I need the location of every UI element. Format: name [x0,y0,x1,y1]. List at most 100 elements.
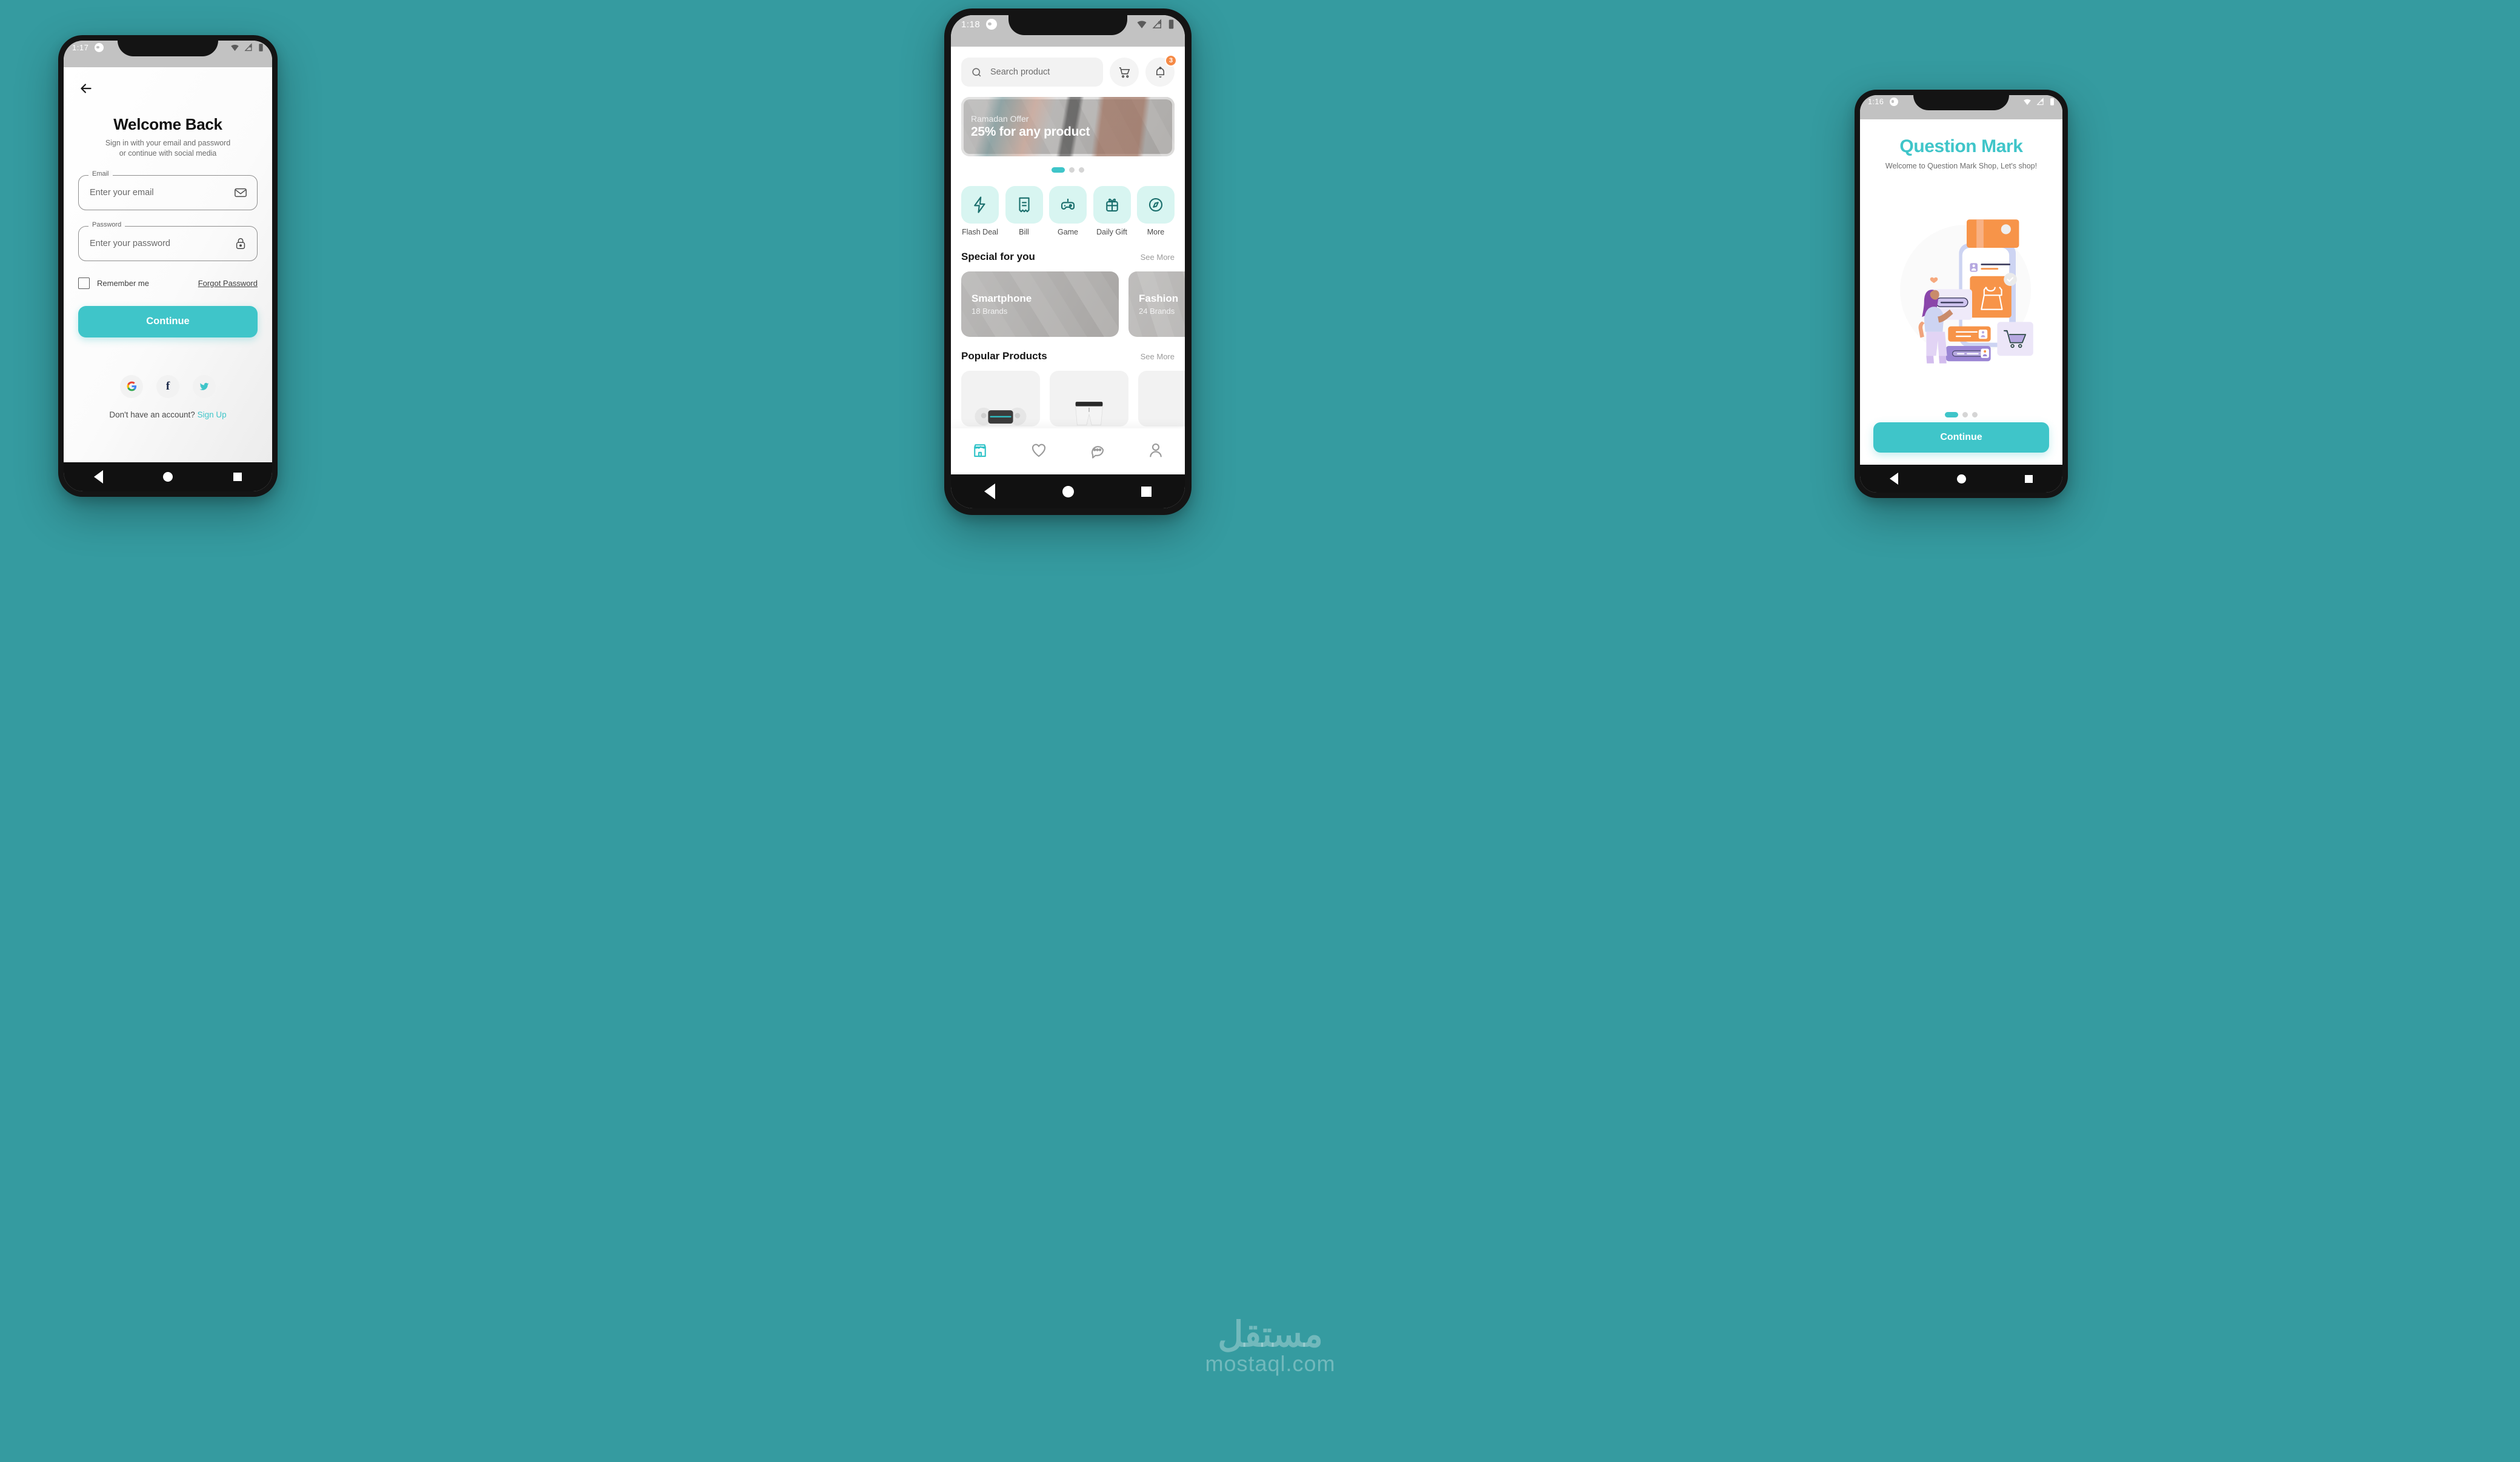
battery-icon [259,44,263,52]
remember-me-label: Remember me [97,278,149,288]
category-daily-gift[interactable]: Daily Gift [1093,186,1131,238]
search-input[interactable]: Search product [961,58,1103,87]
nav-recents-button[interactable] [1141,486,1152,497]
special-see-more-link[interactable]: See More [1141,253,1175,262]
banner-dot-3[interactable] [1079,167,1084,173]
nav-back-button[interactable] [93,470,103,483]
special-section-header: Special for you See More [951,238,1185,263]
nav-recents-button[interactable] [233,473,242,481]
email-field[interactable]: Email Enter your email [78,170,258,210]
nav-home-button[interactable] [163,472,173,482]
shorts-product-image [1075,401,1103,425]
onboarding-dot-1[interactable] [1945,412,1958,417]
password-field[interactable]: Password Enter your password [78,221,258,261]
category-more[interactable]: More [1137,186,1175,238]
nav-home-button[interactable] [1062,485,1074,497]
nav-back-button[interactable] [984,483,996,499]
special-section-title: Special for you [961,250,1035,262]
product-card[interactable] [1138,370,1185,427]
watermark: مستقل mostaql.com [1034,1314,1507,1377]
special-card[interactable]: Fashion 24 Brands [1128,271,1185,337]
nav-recents-button[interactable] [2025,474,2033,483]
popular-products-row[interactable] [951,362,1185,427]
banner-dot-2[interactable] [1069,167,1075,173]
password-input[interactable]: Enter your password [90,239,170,248]
notifications-button[interactable]: 3 [1145,55,1177,87]
google-login-button[interactable] [120,374,143,398]
compass-icon [1148,198,1163,212]
tab-chat[interactable] [1088,441,1106,462]
email-input[interactable]: Enter your email [90,188,154,198]
nav-back-button[interactable] [1889,473,1898,485]
email-field-label: Email [88,170,113,178]
watermark-arabic: مستقل [1218,1315,1323,1354]
signup-prompt: Don't have an account? [109,410,195,419]
remember-me-checkbox[interactable] [78,277,90,289]
onboarding-dot-2[interactable] [1962,412,1968,417]
status-chip-icon [95,43,104,52]
special-card-title: Fashion [1139,292,1179,304]
popular-section-header: Popular Products See More [951,337,1185,362]
wifi-icon [231,44,239,52]
category-label: Game [1057,228,1079,236]
device-notch [118,41,218,56]
search-placeholder: Search product [990,67,1050,77]
category-shortcuts: Flash Deal Bill Game Daily Gift More [951,173,1185,238]
category-bill[interactable]: Bill [1005,186,1043,238]
back-arrow-icon[interactable] [78,81,94,96]
special-cards-row[interactable]: Smartphone 18 Brands Fashion 24 Brands [951,263,1185,337]
facebook-login-button[interactable]: f [156,374,179,398]
bill-tile [1005,186,1043,224]
product-card[interactable] [1050,370,1128,427]
wifi-icon [2024,99,2031,105]
remember-row: Remember me Forgot Password [78,277,258,289]
cart-button[interactable] [1110,58,1139,87]
google-icon [127,381,136,391]
onboarding-pagination-dots [1873,412,2049,417]
device-notch [1008,15,1127,35]
chat-icon [1092,445,1104,459]
app-subtitle: Welcome to Question Mark Shop, Let's sho… [1885,162,2038,170]
home-content: Search product 3 Ramadan Offer 25% for a… [951,47,1185,474]
continue-button[interactable]: Continue [1873,422,2049,453]
tab-wishlist[interactable] [1030,441,1048,462]
heart-icon [1032,444,1045,457]
popular-section-title: Popular Products [961,350,1047,362]
facebook-icon: f [165,379,170,393]
banner-pagination-dots [951,167,1185,173]
bell-icon [1156,66,1164,78]
android-nav-bar-onboarding [1860,465,2062,493]
category-label: More [1147,228,1165,236]
special-card[interactable]: Smartphone 18 Brands [961,271,1119,337]
wifi-icon [1137,21,1147,28]
category-flash-deal[interactable]: Flash Deal [961,186,999,238]
nav-home-button[interactable] [1956,474,1966,483]
notification-badge: 3 [1165,55,1177,67]
continue-button[interactable]: Continue [78,305,258,337]
product-card[interactable] [961,370,1040,427]
shopping-woman-illustration [1900,219,2033,364]
bottom-tab-bar [951,428,1185,474]
app-title: Question Mark [1899,136,2023,156]
status-chip-icon [1890,98,1899,106]
promo-banner[interactable]: Ramadan Offer 25% for any product [961,97,1175,156]
battery-icon [2050,98,2054,105]
category-game[interactable]: Game [1049,186,1087,238]
home-top-bar: Search product 3 [951,47,1185,87]
android-nav-bar-home [951,474,1185,508]
twitter-login-button[interactable] [193,374,216,398]
popular-see-more-link[interactable]: See More [1141,352,1175,361]
forgot-password-link[interactable]: Forgot Password [198,279,258,288]
sign-up-link[interactable]: Sign Up [198,410,227,419]
tab-shop[interactable] [971,441,989,462]
social-login-row: f [78,374,258,398]
twitter-icon [199,382,209,390]
page-title: Welcome Back [113,115,222,133]
banner-dot-1[interactable] [1052,167,1065,173]
onboarding-dot-3[interactable] [1972,412,1978,417]
gift-icon [1105,198,1118,212]
device-notch [1913,95,2009,110]
page-subtitle: Sign in with your email and password or … [78,138,258,159]
status-time: 1:17 [72,43,89,52]
tab-profile[interactable] [1147,441,1165,462]
